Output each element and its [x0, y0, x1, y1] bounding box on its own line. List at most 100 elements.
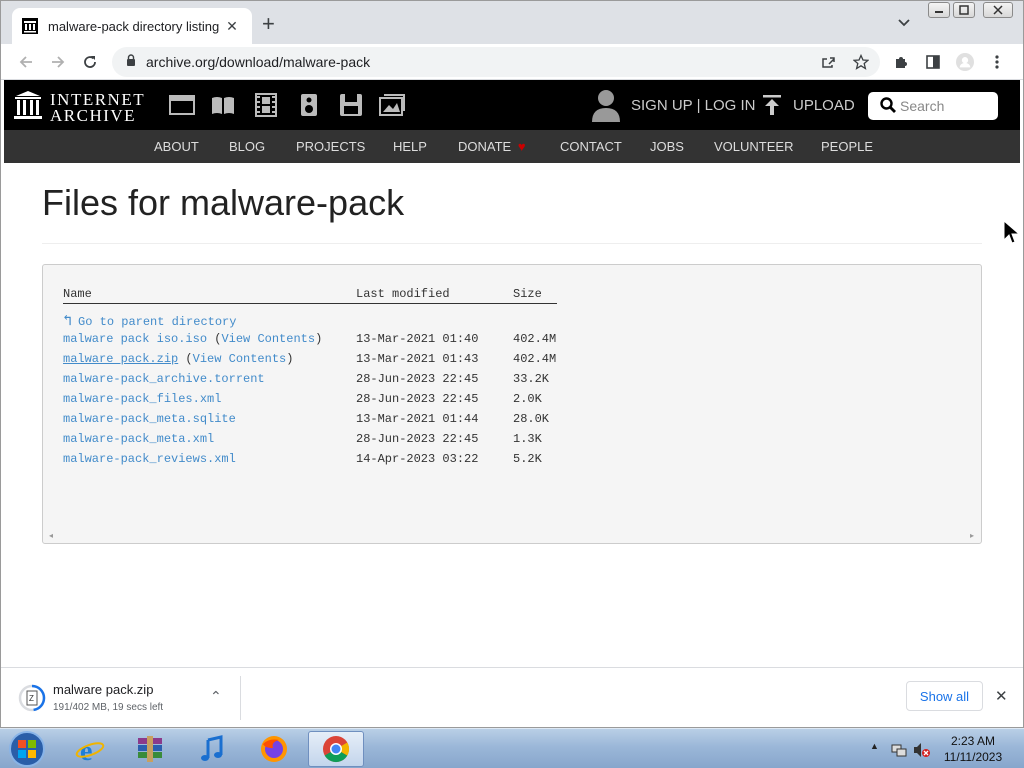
browser-tab-strip: malware-pack directory listing ✕ +	[0, 0, 1024, 44]
file-size: 402.4M	[513, 332, 557, 346]
nav-help[interactable]: HELP	[393, 139, 427, 154]
nav-about[interactable]: ABOUT	[154, 139, 199, 154]
audio-speaker-icon[interactable]	[296, 93, 322, 117]
system-clock[interactable]: 2:23 AM 11/11/2023	[930, 733, 1016, 765]
file-modified: 28-Jun-2023 22:45	[356, 372, 479, 386]
column-header-name[interactable]: Name	[63, 287, 92, 301]
tab-search-chevron-icon[interactable]	[896, 14, 912, 30]
ia-search-input[interactable]: Search	[868, 92, 998, 120]
view-contents-link[interactable]: View Contents	[193, 352, 287, 366]
directory-listing: Name Last modified Size ↰ Go to parent di…	[42, 264, 982, 544]
firefox-icon[interactable]	[246, 731, 302, 767]
user-avatar-icon[interactable]	[592, 88, 620, 122]
download-item[interactable]: Z malware pack.zip 191/402 MB, 19 secs l…	[18, 682, 238, 718]
maximize-window-button[interactable]	[953, 2, 975, 18]
browser-toolbar: archive.org/download/malware-pack	[0, 44, 1024, 80]
minimize-window-button[interactable]	[928, 2, 950, 18]
share-icon[interactable]	[820, 53, 838, 71]
nav-donate[interactable]: DONATE ♥	[458, 139, 526, 154]
images-icon[interactable]	[379, 93, 405, 117]
heart-icon: ♥	[517, 139, 526, 154]
profile-avatar-icon[interactable]	[956, 53, 974, 71]
ia-top-nav: INTERNET ARCHIVE SIGN UP | LOG IN UPLOAD…	[4, 80, 1020, 130]
file-link[interactable]: malware pack iso.iso	[63, 332, 207, 346]
file-modified: 28-Jun-2023 22:45	[356, 432, 479, 446]
file-modified: 14-Apr-2023 03:22	[356, 452, 479, 466]
menu-kebab-icon[interactable]	[988, 53, 1006, 71]
file-link[interactable]: malware pack.zip	[63, 352, 178, 366]
download-filename: malware pack.zip	[53, 682, 154, 697]
forward-arrow-icon[interactable]	[48, 52, 68, 72]
file-size: 402.4M	[513, 352, 557, 366]
tab-title: malware-pack directory listing	[48, 18, 220, 34]
close-download-shelf-icon[interactable]: ✕	[995, 687, 1008, 705]
nav-jobs[interactable]: JOBS	[650, 139, 684, 154]
file-link[interactable]: malware-pack_files.xml	[63, 392, 221, 406]
parent-directory-label: Go to parent directory	[78, 315, 237, 329]
show-all-button[interactable]: Show all	[906, 681, 983, 711]
upload-link[interactable]: UPLOAD	[793, 97, 855, 114]
file-size: 28.0K	[513, 412, 550, 426]
software-floppy-icon[interactable]	[338, 93, 364, 117]
internet-archive-logo[interactable]: INTERNET ARCHIVE	[14, 89, 145, 126]
parent-directory-link[interactable]: ↰ Go to parent directory	[63, 311, 236, 330]
tray-expand-icon[interactable]: ▲	[870, 741, 879, 751]
chrome-icon[interactable]	[308, 731, 364, 767]
file-link[interactable]: malware-pack_archive.torrent	[63, 372, 265, 386]
back-arrow-icon[interactable]	[16, 52, 36, 72]
nav-donate-label: DONATE	[458, 139, 512, 154]
table-row: malware-pack_files.xml 28-Jun-2023 22:45…	[43, 392, 983, 410]
file-size: 2.0K	[513, 392, 542, 406]
file-link[interactable]: malware-pack_meta.xml	[63, 432, 214, 446]
tab-close-icon[interactable]: ✕	[222, 18, 242, 35]
web-icon[interactable]	[169, 93, 195, 117]
file-link[interactable]: malware-pack_meta.sqlite	[63, 412, 236, 426]
close-window-button[interactable]	[983, 2, 1013, 18]
table-row: malware pack iso.iso (View Contents) 13-…	[63, 332, 557, 346]
svg-text:e: e	[80, 736, 92, 764]
extensions-puzzle-icon[interactable]	[892, 53, 910, 71]
table-row: malware-pack_meta.sqlite 13-Mar-2021 01:…	[43, 412, 983, 430]
bookmark-star-icon[interactable]	[852, 53, 870, 71]
lock-icon[interactable]	[126, 53, 136, 71]
nav-blog[interactable]: BLOG	[229, 139, 265, 154]
signup-login-link[interactable]: SIGN UP | LOG IN	[631, 97, 755, 114]
reload-icon[interactable]	[80, 52, 100, 72]
parent-directory-row: ↰ Go to parent directory	[43, 311, 983, 330]
video-film-icon[interactable]	[253, 93, 279, 117]
table-row: malware-pack_meta.xml 28-Jun-2023 22:45 …	[43, 432, 983, 450]
column-header-size[interactable]: Size	[513, 287, 542, 301]
nav-people[interactable]: PEOPLE	[821, 139, 873, 154]
address-bar[interactable]: archive.org/download/malware-pack	[112, 47, 880, 77]
nav-projects[interactable]: PROJECTS	[296, 139, 365, 154]
ia-secondary-nav: ABOUT BLOG PROJECTS HELP DONATE ♥ CONTAC…	[4, 130, 1020, 163]
browser-tab[interactable]: malware-pack directory listing ✕	[12, 8, 252, 44]
winrar-icon[interactable]	[122, 731, 178, 767]
scroll-left-arrow[interactable]: ◂	[49, 531, 53, 540]
volume-muted-icon[interactable]	[913, 742, 930, 758]
itunes-music-icon[interactable]	[184, 731, 240, 767]
texts-book-icon[interactable]	[210, 93, 236, 117]
page-title: Files for malware-pack	[42, 182, 405, 223]
column-header-modified[interactable]: Last modified	[356, 287, 450, 301]
view-contents-link[interactable]: View Contents	[221, 332, 315, 346]
file-link[interactable]: malware-pack_reviews.xml	[63, 452, 236, 466]
network-icon[interactable]	[891, 742, 907, 758]
upload-arrow-icon[interactable]	[762, 93, 782, 117]
nav-contact[interactable]: CONTACT	[560, 139, 622, 154]
download-status: 191/402 MB, 19 secs left	[53, 702, 164, 713]
scroll-right-arrow[interactable]: ▸	[970, 531, 974, 540]
title-divider	[42, 243, 982, 244]
start-orb-icon[interactable]	[6, 730, 48, 768]
clock-time: 2:23 AM	[950, 734, 996, 748]
file-size: 1.3K	[513, 432, 542, 446]
chevron-up-icon[interactable]: ⌃	[210, 688, 222, 705]
file-modified: 13-Mar-2021 01:44	[356, 412, 479, 426]
side-panel-icon[interactable]	[924, 53, 942, 71]
mouse-cursor-icon	[1003, 219, 1021, 251]
new-tab-button[interactable]: +	[262, 13, 275, 35]
internet-explorer-icon[interactable]: e	[62, 731, 118, 767]
nav-volunteer[interactable]: VOLUNTEER	[714, 139, 793, 154]
svg-text:Z: Z	[29, 694, 34, 703]
file-modified: 13-Mar-2021 01:43	[356, 352, 479, 366]
